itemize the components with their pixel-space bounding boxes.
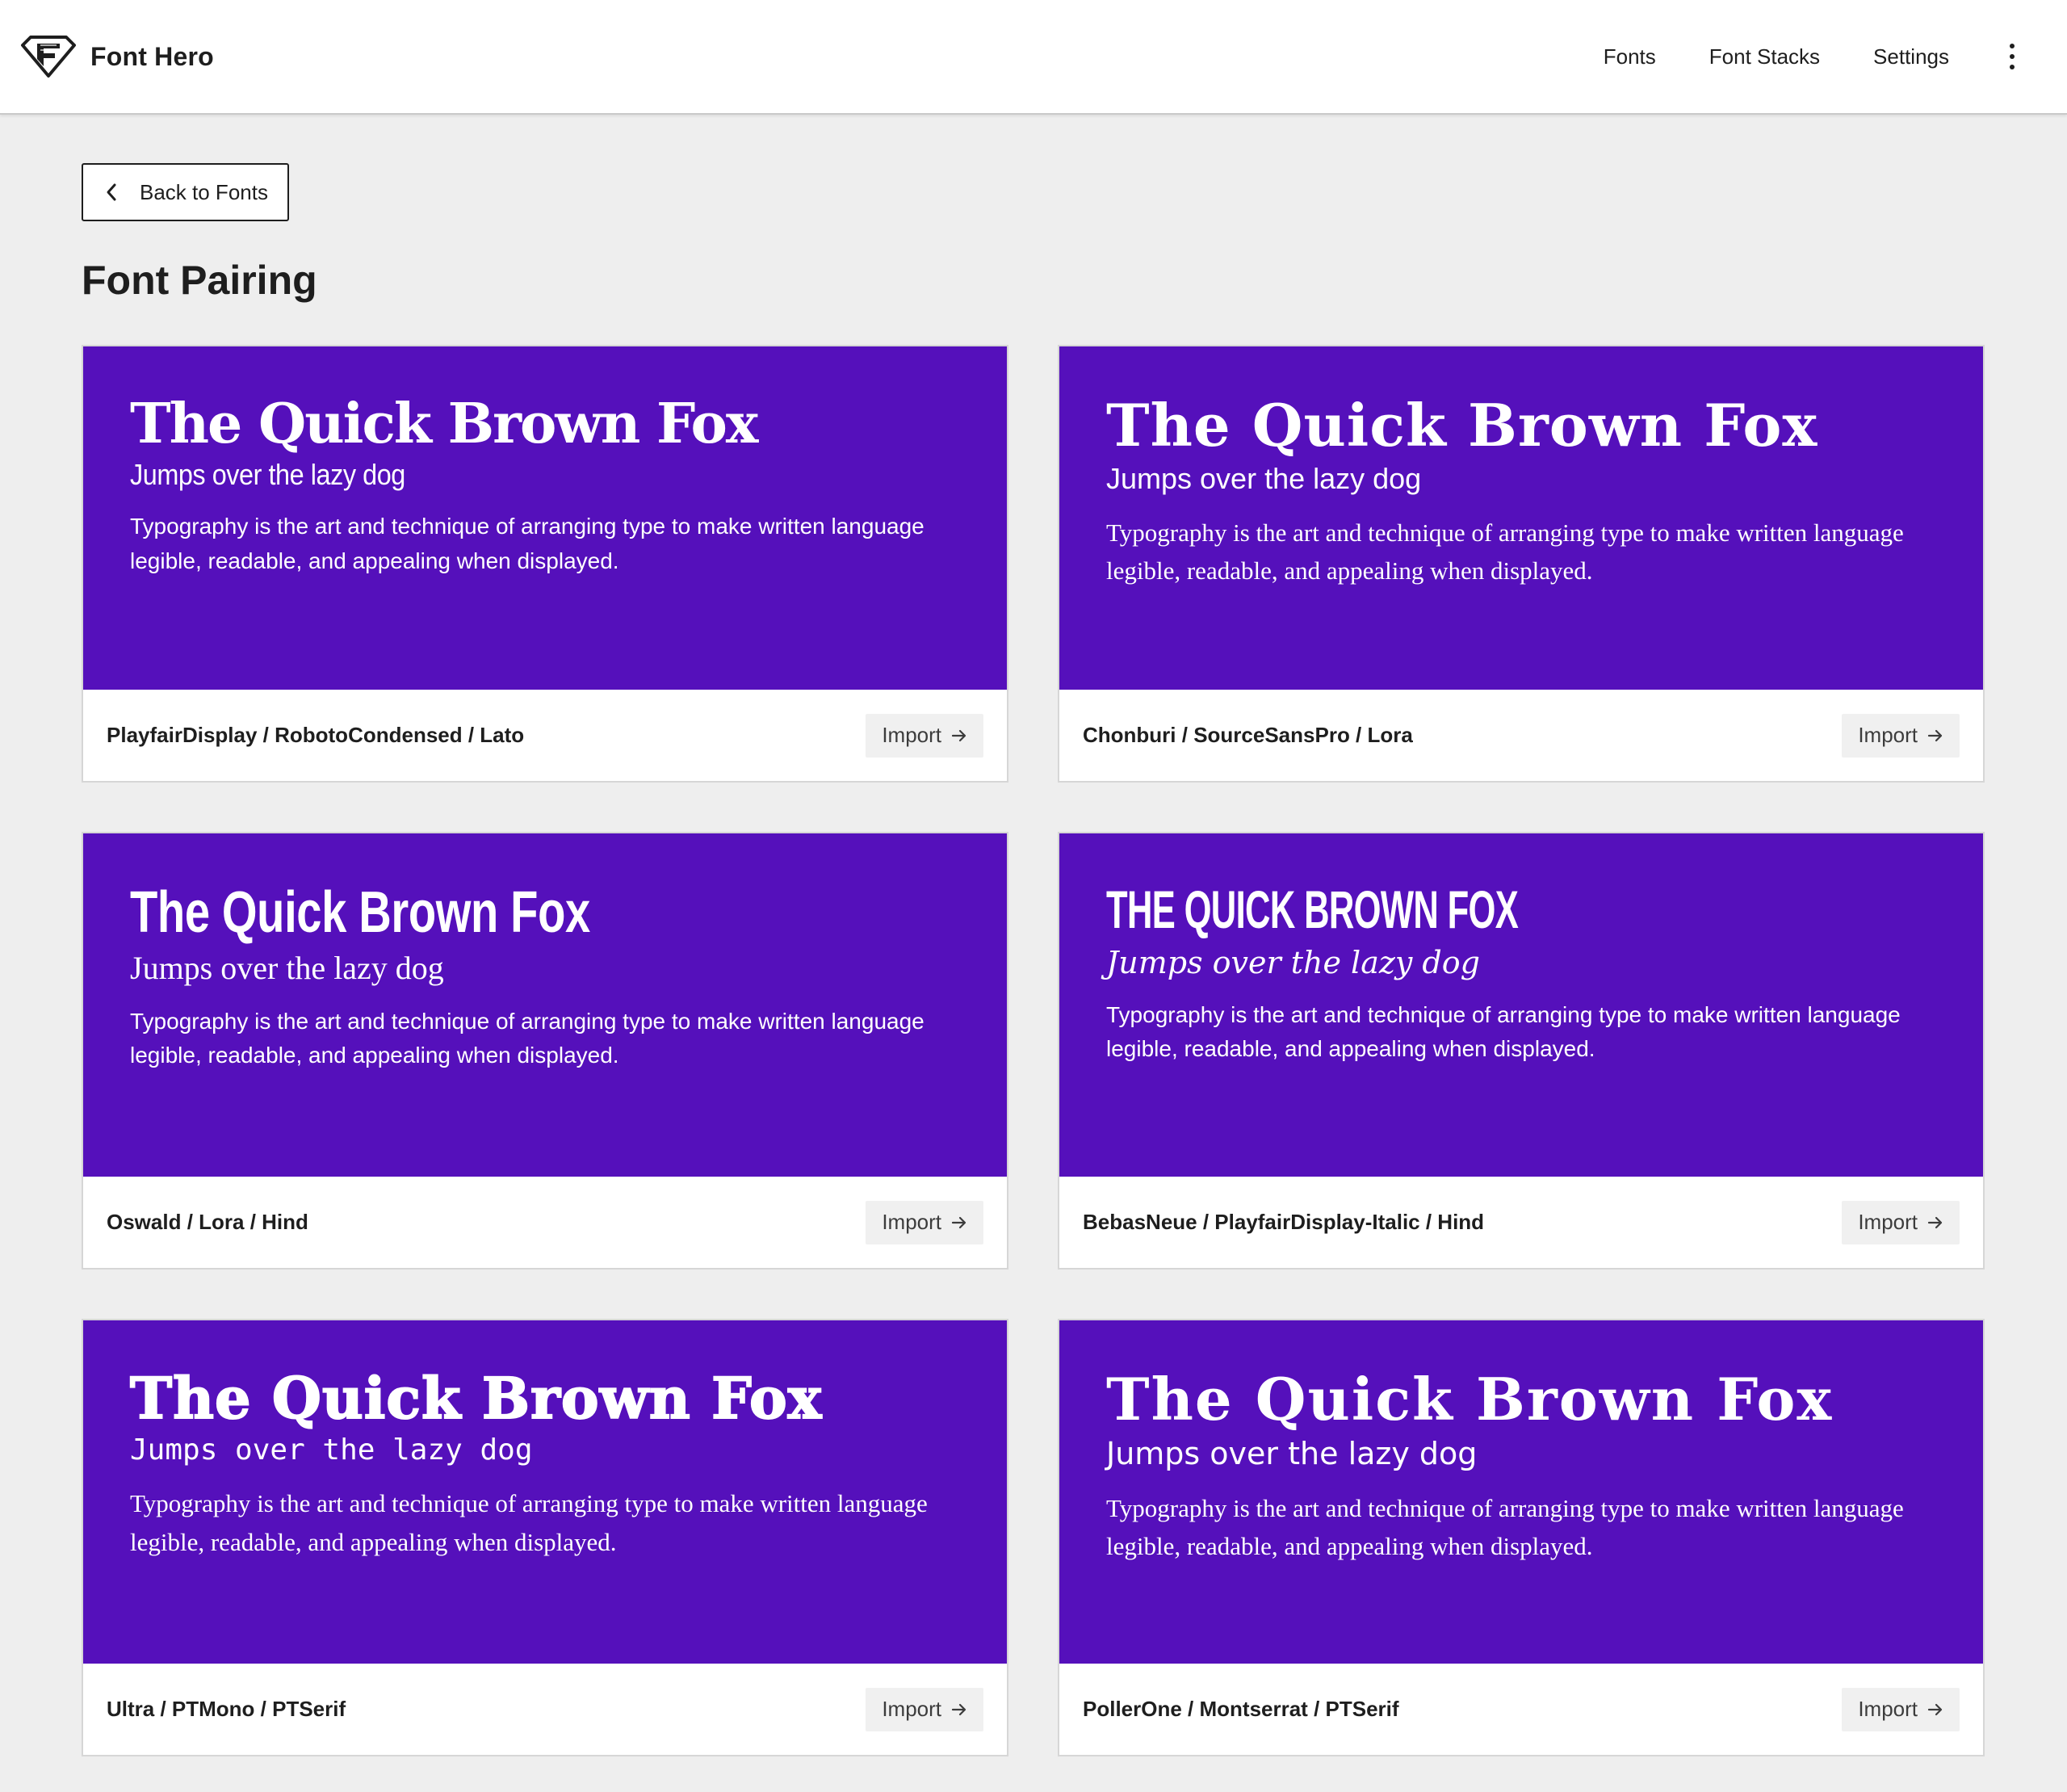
import-button[interactable]: Import: [1842, 713, 1960, 758]
pairing-footer: Oswald / Lora / Hind Import: [83, 1177, 1007, 1268]
pairing-name: Ultra / PTMono / PTSerif: [107, 1697, 346, 1721]
pairing-preview: The Quick Brown Fox Jumps over the lazy …: [1059, 833, 1983, 1177]
chevron-left-icon: [107, 183, 116, 201]
import-label: Import: [882, 1697, 941, 1721]
pairing-preview: The Quick Brown Fox Jumps over the lazy …: [83, 346, 1007, 690]
arrow-right-icon: [1927, 729, 1943, 741]
pairing-name: BebasNeue / PlayfairDisplay-Italic / Hin…: [1083, 1210, 1485, 1234]
back-to-fonts-button[interactable]: Back to Fonts: [82, 163, 289, 221]
import-button[interactable]: Import: [866, 1687, 983, 1731]
preview-body: Typography is the art and technique of a…: [1106, 518, 1904, 585]
pairing-name: Chonburi / SourceSansPro / Lora: [1083, 723, 1413, 747]
pairing-footer: PollerOne / Montserrat / PTSerif Import: [1059, 1664, 1983, 1755]
pairing-card: The Quick Brown Fox Jumps over the lazy …: [82, 1319, 1008, 1756]
page-title: Font Pairing: [82, 258, 317, 303]
preview-heading: The Quick Brown Fox: [129, 1365, 823, 1432]
pairing-footer: Chonburi / SourceSansPro / Lora Import: [1059, 690, 1983, 781]
import-label: Import: [1858, 723, 1918, 747]
nav-settings[interactable]: Settings: [1873, 44, 1949, 69]
preview-subheading: Jumps over the lazy dog: [130, 458, 405, 492]
preview-body: Typography is the art and technique of a…: [130, 514, 924, 573]
import-label: Import: [882, 1210, 941, 1234]
import-button[interactable]: Import: [1842, 1687, 1960, 1731]
preview-body: Typography is the art and technique of a…: [1106, 1493, 1904, 1560]
arrow-right-icon: [1927, 1216, 1943, 1228]
pairing-preview: The Quick Brown Fox Jumps over the lazy …: [1059, 1320, 1983, 1664]
pairing-preview: The Quick Brown Fox Jumps over the lazy …: [83, 833, 1007, 1177]
import-label: Import: [1858, 1697, 1918, 1721]
font-hero-logo-icon: [21, 36, 76, 78]
nav-fonts[interactable]: Fonts: [1604, 44, 1656, 69]
pairing-preview: The Quick Brown Fox Jumps over the lazy …: [83, 1320, 1007, 1664]
preview-subheading: Jumps over the lazy dog: [130, 949, 444, 986]
pairing-card: The Quick Brown Fox Jumps over the lazy …: [1058, 832, 1985, 1270]
pairing-card: The Quick Brown Fox Jumps over the lazy …: [82, 832, 1008, 1270]
preview-subheading: Jumps over the lazy dog: [1106, 1435, 1478, 1471]
app-name: Font Hero: [90, 41, 214, 71]
preview-subheading: Jumps over the lazy dog: [1106, 461, 1422, 495]
preview-heading: The Quick Brown Fox: [1106, 391, 1818, 460]
more-options-icon[interactable]: [1996, 40, 2028, 73]
pairing-footer: BebasNeue / PlayfairDisplay-Italic / Hin…: [1059, 1177, 1983, 1268]
brand[interactable]: Font Hero: [19, 31, 214, 82]
preview-subheading: Jumps over the lazy dog: [130, 1433, 533, 1467]
preview-heading: The Quick Brown Fox: [1106, 1365, 1834, 1433]
back-button-label: Back to Fonts: [140, 179, 268, 204]
preview-body: Typography is the art and technique of a…: [1106, 1001, 1901, 1062]
arrow-right-icon: [1927, 1703, 1943, 1715]
preview-heading: The Quick Brown Fox: [130, 392, 758, 456]
pairing-footer: PlayfairDisplay / RobotoCondensed / Lato…: [83, 690, 1007, 781]
pairing-name: PlayfairDisplay / RobotoCondensed / Lato: [107, 723, 525, 747]
arrow-right-icon: [951, 1703, 966, 1715]
pairing-name: Oswald / Lora / Hind: [107, 1210, 308, 1234]
import-label: Import: [1858, 1210, 1918, 1234]
nav-font-stacks[interactable]: Font Stacks: [1709, 44, 1820, 69]
arrow-right-icon: [951, 1216, 966, 1228]
preview-body: Typography is the art and technique of a…: [130, 1008, 924, 1068]
pairing-card: The Quick Brown Fox Jumps over the lazy …: [1058, 1319, 1985, 1756]
import-label: Import: [882, 723, 941, 747]
pairing-name: PollerOne / Montserrat / PTSerif: [1083, 1697, 1399, 1721]
pairing-card: The Quick Brown Fox Jumps over the lazy …: [1058, 345, 1985, 783]
preview-body: Typography is the art and technique of a…: [130, 1489, 928, 1556]
font-pairing-grid: The Quick Brown Fox Jumps over the lazy …: [82, 345, 1985, 1756]
pairing-preview: The Quick Brown Fox Jumps over the lazy …: [1059, 346, 1983, 690]
import-button[interactable]: Import: [1842, 1200, 1960, 1244]
preview-heading: The Quick Brown Fox: [130, 880, 590, 945]
top-bar: Font Hero Fonts Font Stacks Settings: [0, 0, 2067, 115]
import-button[interactable]: Import: [866, 1200, 983, 1244]
preview-subheading: Jumps over the lazy dog: [1106, 944, 1480, 980]
pairing-footer: Ultra / PTMono / PTSerif Import: [83, 1664, 1007, 1755]
pairing-card: The Quick Brown Fox Jumps over the lazy …: [82, 345, 1008, 783]
arrow-right-icon: [951, 729, 966, 741]
preview-heading: The Quick Brown Fox: [1106, 879, 1519, 939]
import-button[interactable]: Import: [866, 713, 983, 758]
main-nav: Fonts Font Stacks Settings: [1550, 0, 2067, 113]
